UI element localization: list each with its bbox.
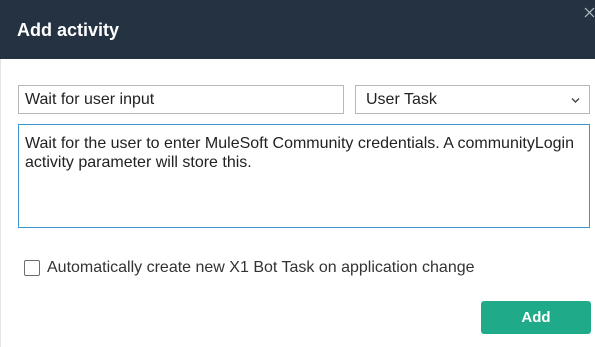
auto-create-checkbox[interactable]: [24, 260, 40, 276]
close-icon: [581, 0, 595, 28]
dialog-left-border: [0, 59, 1, 347]
dialog-title: Add activity: [17, 20, 120, 40]
close-button[interactable]: [581, 0, 595, 28]
add-activity-dialog: Add activity User Task Wait for the user…: [0, 0, 595, 347]
activity-name-input[interactable]: [18, 85, 344, 114]
activity-type-select[interactable]: User Task: [355, 85, 590, 114]
activity-description-field[interactable]: Wait for the user to enter MuleSoft Comm…: [18, 124, 590, 228]
auto-create-checkbox-label: Automatically create new X1 Bot Task on …: [47, 259, 475, 276]
activity-type-value: User Task: [366, 91, 437, 108]
chevron-down-icon: [571, 97, 580, 104]
add-button[interactable]: Add: [481, 301, 591, 334]
dialog-header: Add activity: [0, 0, 595, 59]
